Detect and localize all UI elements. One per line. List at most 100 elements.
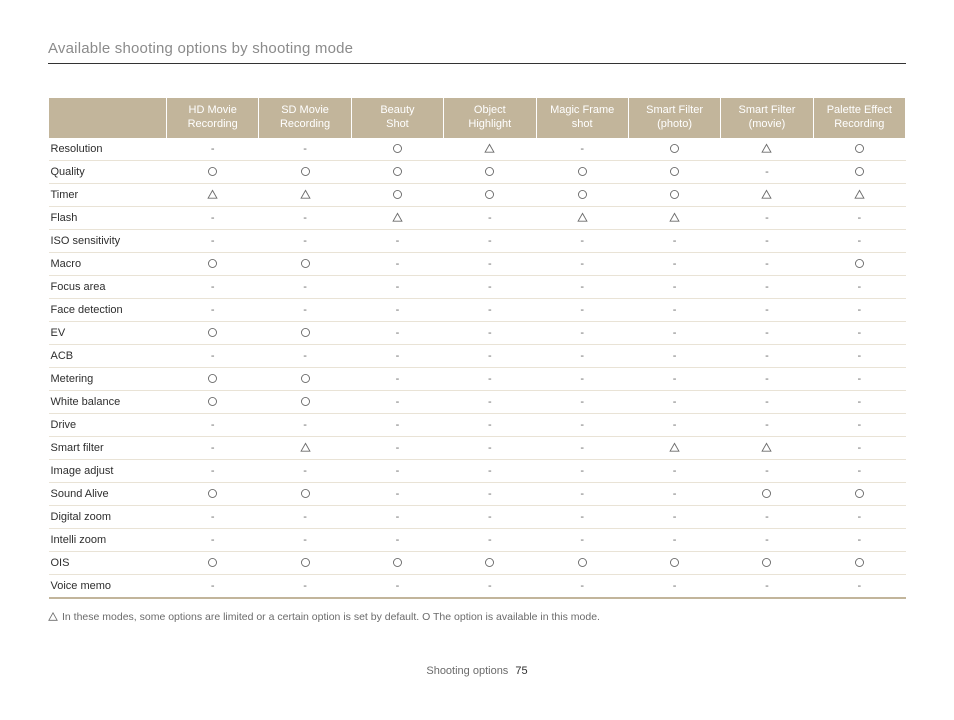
legend-footnote: In these modes, some options are limited…	[48, 611, 906, 623]
cell: -	[167, 229, 259, 252]
cell: -	[721, 298, 813, 321]
circle-icon	[669, 143, 680, 154]
column-header: BeautyShot	[351, 98, 443, 138]
dash-mark: -	[211, 143, 215, 155]
cell	[351, 183, 443, 206]
cell: -	[444, 436, 536, 459]
circle-icon	[577, 166, 588, 177]
cell: -	[536, 321, 628, 344]
table-header: HD MovieRecordingSD MovieRecordingBeauty…	[49, 98, 906, 138]
circle-icon	[300, 557, 311, 568]
dash-mark: -	[580, 373, 584, 385]
cell: -	[351, 252, 443, 275]
cell: -	[813, 505, 905, 528]
row-label: Timer	[49, 183, 167, 206]
cell: -	[351, 528, 443, 551]
circle-icon	[854, 258, 865, 269]
cell	[259, 252, 351, 275]
cell: -	[536, 138, 628, 161]
dash-mark: -	[488, 235, 492, 247]
cell	[813, 252, 905, 275]
cell: -	[628, 252, 720, 275]
dash-mark: -	[765, 580, 769, 592]
cell	[536, 551, 628, 574]
cell: -	[536, 275, 628, 298]
circle-icon	[761, 557, 772, 568]
circle-icon	[392, 557, 403, 568]
row-label: Flash	[49, 206, 167, 229]
cell	[721, 436, 813, 459]
dash-mark: -	[303, 465, 307, 477]
circle-icon	[577, 189, 588, 200]
dash-mark: -	[580, 396, 584, 408]
dash-mark: -	[488, 488, 492, 500]
cell: -	[628, 505, 720, 528]
cell: -	[628, 459, 720, 482]
cell: -	[628, 344, 720, 367]
dash-mark: -	[396, 580, 400, 592]
page-title: Available shooting options by shooting m…	[48, 40, 906, 64]
cell: -	[536, 482, 628, 505]
circle-icon	[484, 189, 495, 200]
dash-mark: -	[396, 442, 400, 454]
row-label: Face detection	[49, 298, 167, 321]
dash-mark: -	[673, 350, 677, 362]
dash-mark: -	[580, 465, 584, 477]
cell: -	[536, 459, 628, 482]
dash-mark: -	[765, 281, 769, 293]
dash-mark: -	[396, 419, 400, 431]
row-label: Digital zoom	[49, 505, 167, 528]
cell	[721, 551, 813, 574]
table-row: ISO sensitivity--------	[49, 229, 906, 252]
column-header: Palette EffectRecording	[813, 98, 905, 138]
cell	[628, 183, 720, 206]
triangle-icon	[669, 212, 680, 223]
cell: -	[444, 298, 536, 321]
page-footer: Shooting options 75	[48, 665, 906, 677]
page-number: 75	[515, 665, 527, 677]
circle-icon	[207, 373, 218, 384]
table-row: Resolution---	[49, 138, 906, 161]
table-row: Macro-----	[49, 252, 906, 275]
cell: -	[721, 206, 813, 229]
cell	[721, 138, 813, 161]
dash-mark: -	[765, 304, 769, 316]
cell	[167, 367, 259, 390]
triangle-icon	[207, 189, 218, 200]
circle-icon	[392, 143, 403, 154]
dash-mark: -	[857, 465, 861, 477]
cell	[167, 551, 259, 574]
cell: -	[813, 436, 905, 459]
cell	[813, 183, 905, 206]
column-header: Smart Filter(photo)	[628, 98, 720, 138]
cell: -	[444, 229, 536, 252]
dash-mark: -	[857, 235, 861, 247]
dash-mark: -	[488, 350, 492, 362]
cell: -	[444, 390, 536, 413]
cell: -	[536, 528, 628, 551]
dash-mark: -	[396, 465, 400, 477]
circle-icon	[854, 557, 865, 568]
table-row: OIS	[49, 551, 906, 574]
cell: -	[351, 367, 443, 390]
dash-mark: -	[211, 212, 215, 224]
circle-icon	[300, 258, 311, 269]
table-row: Sound Alive----	[49, 482, 906, 505]
dash-mark: -	[396, 373, 400, 385]
cell	[167, 160, 259, 183]
dash-mark: -	[673, 327, 677, 339]
cell: -	[444, 321, 536, 344]
cell: -	[813, 344, 905, 367]
table-row: Drive--------	[49, 413, 906, 436]
cell: -	[628, 367, 720, 390]
cell: -	[536, 252, 628, 275]
dash-mark: -	[488, 304, 492, 316]
circle-icon	[854, 166, 865, 177]
table-row: Flash-----	[49, 206, 906, 229]
cell	[167, 183, 259, 206]
circle-icon	[669, 166, 680, 177]
cell	[259, 551, 351, 574]
dash-mark: -	[580, 488, 584, 500]
dash-mark: -	[673, 396, 677, 408]
table-row: Face detection--------	[49, 298, 906, 321]
